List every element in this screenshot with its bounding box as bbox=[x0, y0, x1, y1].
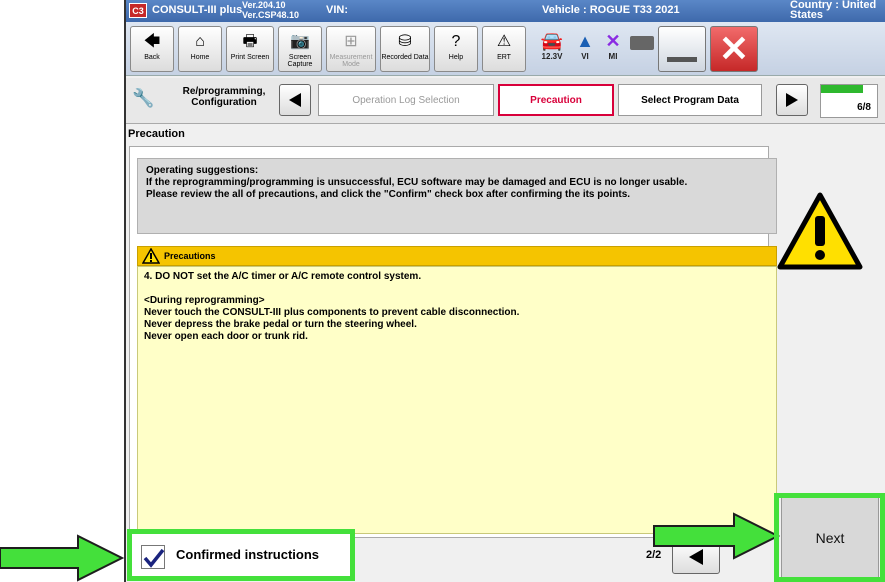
during-line-3: Never open each door or trunk rid. bbox=[144, 331, 308, 342]
progress-fill bbox=[821, 85, 863, 93]
home-label: Home bbox=[190, 54, 210, 61]
home-button[interactable]: ⌂ Home bbox=[178, 26, 222, 72]
step-counter: 6/8 bbox=[857, 102, 871, 113]
close-button[interactable]: ✕ bbox=[710, 26, 758, 72]
next-highlight bbox=[774, 493, 885, 582]
annotation-arrow-right bbox=[653, 512, 780, 560]
mi-status: ✕ MI bbox=[600, 30, 626, 61]
close-icon: ✕ bbox=[718, 28, 750, 69]
app-name: CONSULT-III plus bbox=[152, 4, 243, 16]
back-label: Back bbox=[144, 54, 160, 61]
ert-label: ERT bbox=[497, 54, 511, 61]
confirm-highlight bbox=[127, 529, 355, 581]
help-button[interactable]: ? Help bbox=[434, 26, 478, 72]
help-label: Help bbox=[448, 54, 464, 61]
triangle-left-icon bbox=[289, 93, 301, 107]
operating-suggestions: Operating suggestions: If the reprogramm… bbox=[137, 158, 777, 234]
page-title: Precaution bbox=[128, 128, 185, 140]
next-step-button[interactable] bbox=[776, 84, 808, 116]
vehicle-label: Vehicle : ROGUE T33 2021 bbox=[542, 4, 680, 16]
during-line-2: Never depress the brake pedal or turn th… bbox=[144, 319, 417, 330]
back-arrow-icon: 🡄 bbox=[143, 33, 161, 50]
step-select-program-data[interactable]: Select Program Data bbox=[618, 84, 762, 116]
titlebar: C3 CONSULT-III plus Ver.204.10 Ver.CSP48… bbox=[126, 0, 885, 22]
step-navigation: 🔧 Re/programming, Configuration Operatio… bbox=[126, 78, 885, 124]
cross-icon: ✕ bbox=[605, 31, 621, 51]
ert-button[interactable]: ⚠ ERT bbox=[482, 26, 526, 72]
operating-line-2: Please review the all of precautions, an… bbox=[146, 189, 631, 200]
recorded-data-icon: ⛁ bbox=[398, 33, 412, 50]
printer-icon: 🖶 bbox=[242, 33, 258, 50]
measurement-icon: ⊞ bbox=[344, 33, 358, 50]
step-progress: 6/8 bbox=[820, 84, 878, 118]
app-logo: C3 bbox=[129, 3, 147, 18]
step-precaution[interactable]: Precaution bbox=[498, 84, 614, 116]
mi-label: MI bbox=[608, 52, 618, 61]
warning-icon: ⚠ bbox=[496, 33, 512, 50]
help-icon: ? bbox=[451, 33, 461, 50]
screen-capture-button[interactable]: 📷 Screen Capture bbox=[278, 26, 322, 72]
signal-icon: ▲ bbox=[576, 31, 594, 51]
step-operation-log[interactable]: Operation Log Selection bbox=[318, 84, 494, 116]
vi-label: VI bbox=[581, 52, 589, 61]
operating-line-1: If the reprogramming/programming is unsu… bbox=[146, 177, 688, 188]
reprogramming-icon: 🔧 bbox=[132, 88, 155, 108]
back-button[interactable]: 🡄 Back bbox=[130, 26, 174, 72]
annotation-arrow-left bbox=[0, 534, 124, 582]
home-icon: ⌂ bbox=[195, 33, 205, 50]
print-screen-button[interactable]: 🖶 Print Screen bbox=[226, 26, 274, 72]
small-warning-icon bbox=[142, 248, 160, 264]
version-1: Ver.204.10 bbox=[242, 0, 286, 10]
version-2: Ver.CSP48.10 bbox=[242, 10, 300, 20]
reprogramming-label: Re/programming, Configuration bbox=[182, 86, 266, 108]
during-line-1: Never touch the CONSULT-III plus compone… bbox=[144, 307, 520, 318]
warning-sign-icon bbox=[777, 192, 863, 270]
during-heading: <During reprogramming> bbox=[144, 295, 265, 306]
triangle-right-icon bbox=[786, 93, 798, 107]
country-label: Country : United States bbox=[790, 0, 877, 21]
toolbar: 🡄 Back ⌂ Home 🖶 Print Screen 📷 Screen Captur… bbox=[126, 22, 885, 76]
battery-status: 🚘 12.3V bbox=[532, 30, 572, 61]
recorded-data-button[interactable]: ⛁ Recorded Data bbox=[380, 26, 430, 72]
minimize-icon bbox=[667, 57, 697, 62]
vin-label: VIN: bbox=[326, 4, 348, 16]
vi-status: ▲ VI bbox=[572, 30, 598, 61]
recorded-data-label: Recorded Data bbox=[381, 54, 429, 61]
measurement-label: Measurement Mode bbox=[329, 54, 373, 68]
operating-heading: Operating suggestions: bbox=[146, 165, 259, 176]
precautions-heading: Precautions bbox=[164, 251, 216, 261]
device-icon bbox=[630, 36, 654, 50]
car-icon: 🚘 bbox=[540, 31, 564, 51]
minimize-button[interactable] bbox=[658, 26, 706, 72]
screen-capture-label: Screen Capture bbox=[287, 54, 313, 68]
precaution-item-4: 4. DO NOT set the A/C timer or A/C remot… bbox=[144, 271, 422, 282]
measurement-mode-button[interactable]: ⊞ Measurement Mode bbox=[326, 26, 376, 72]
precautions-header: Precautions bbox=[137, 246, 777, 266]
precautions-body: 4. DO NOT set the A/C timer or A/C remot… bbox=[137, 266, 777, 534]
voltage-label: 12.3V bbox=[541, 52, 563, 61]
print-screen-label: Print Screen bbox=[230, 54, 270, 61]
previous-step-button[interactable] bbox=[279, 84, 311, 116]
camera-icon: 📷 bbox=[290, 33, 310, 50]
